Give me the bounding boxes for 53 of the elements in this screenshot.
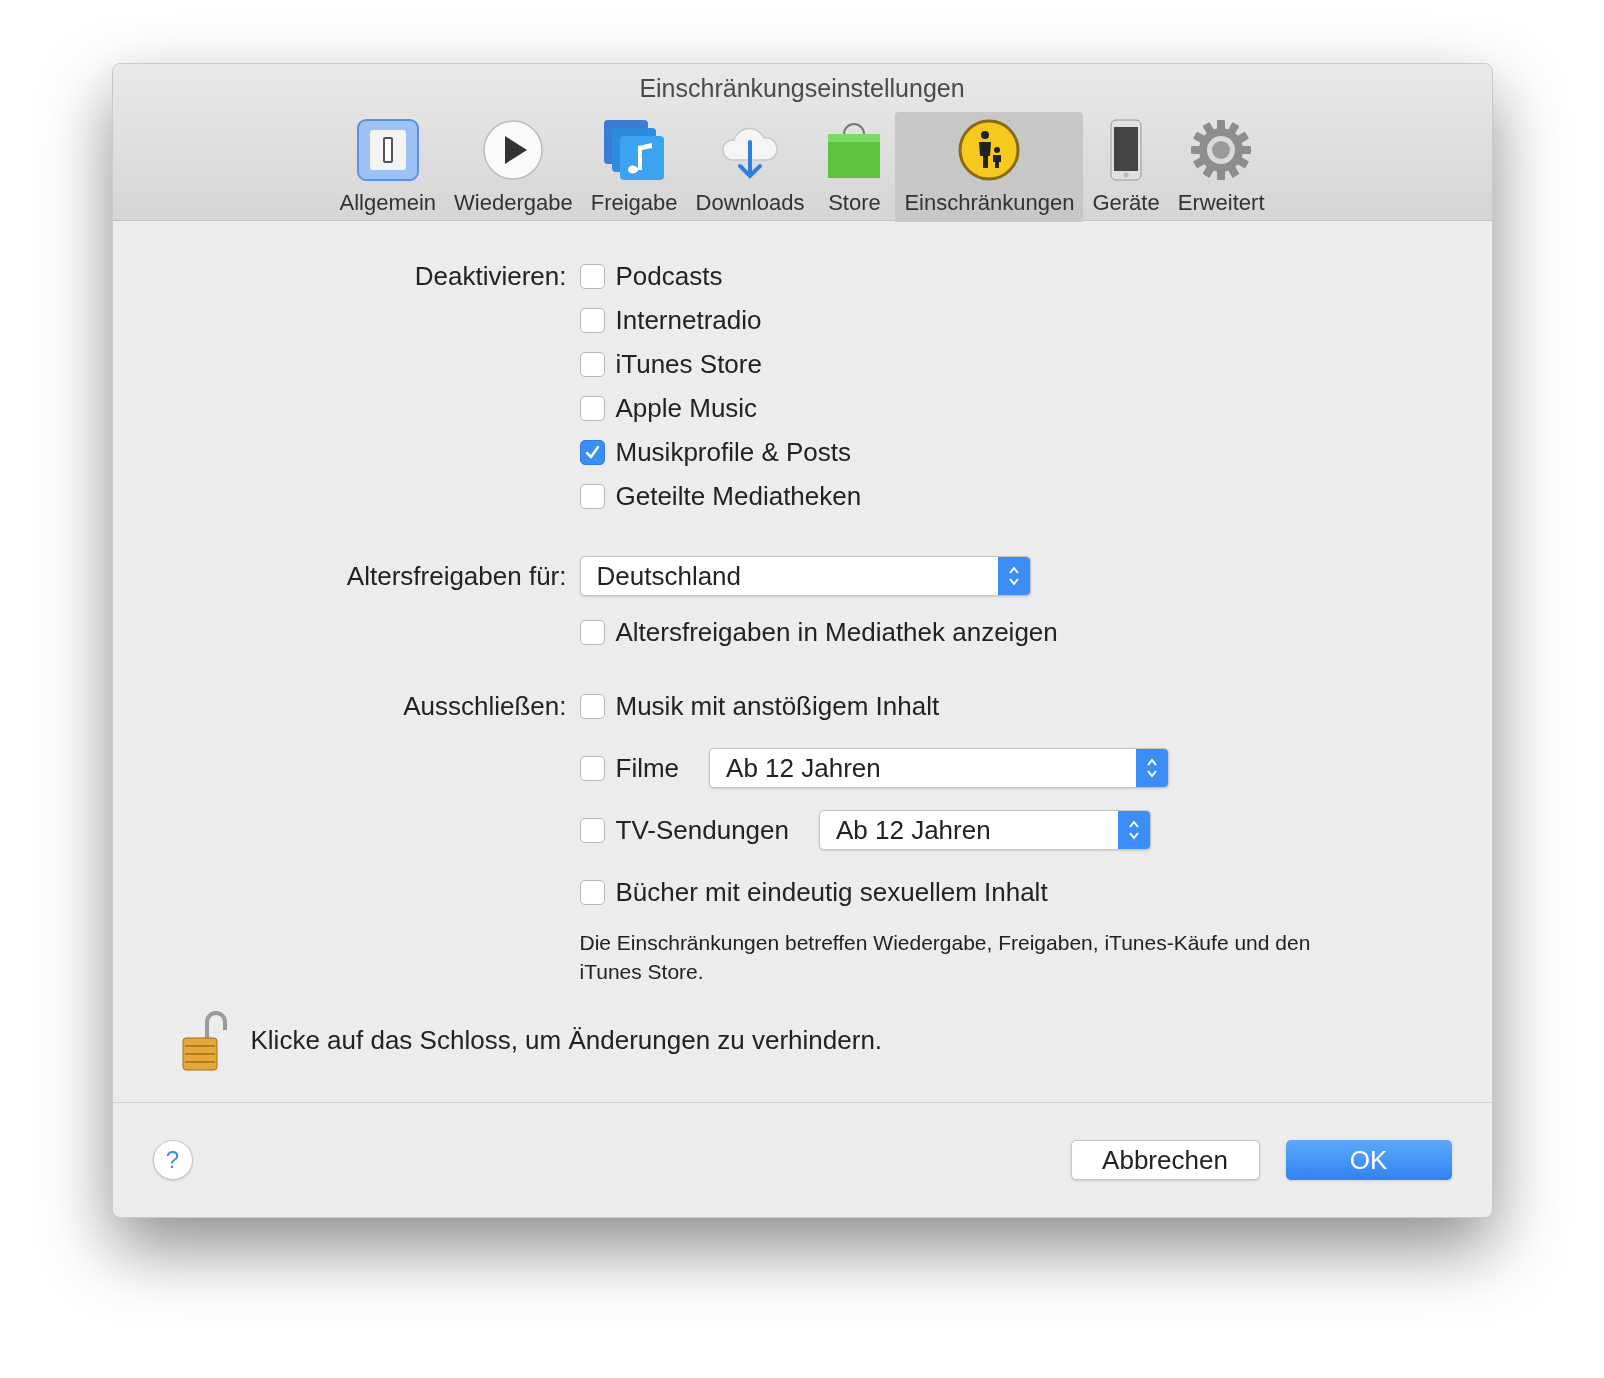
switch-icon [355, 118, 420, 182]
checkbox-label: Filme [615, 751, 680, 785]
checkbox[interactable] [579, 755, 605, 781]
checkbox-label: Musikprofile & Posts [615, 435, 852, 469]
checkbox[interactable] [579, 351, 605, 377]
checkmark-icon [583, 443, 601, 461]
checkbox[interactable] [579, 817, 605, 843]
up-down-chevron-icon [1126, 818, 1141, 842]
up-down-chevron-icon [1006, 564, 1021, 588]
info-text: Die Einschränkungen betreffen Wiedergabe, Freigaben, iTunes-Käufe und den iTunes Store. [579, 930, 1312, 985]
parent-child-icon [957, 118, 1022, 182]
toolbar-tab[interactable]: Wiedergabe [445, 112, 582, 222]
toolbar-tab[interactable]: Allgemein [330, 112, 446, 222]
checkbox[interactable] [579, 483, 605, 509]
open-padlock-icon[interactable] [180, 1008, 229, 1072]
checkbox-label: iTunes Store [615, 347, 762, 381]
checkbox-label: Bücher mit eindeutig sexuellem Inhalt [615, 875, 1048, 909]
checkbox-label: TV-Sendungen [615, 813, 789, 847]
section-label: Ausschließen: [403, 689, 567, 723]
checkbox[interactable] [579, 879, 605, 905]
play-icon [481, 118, 546, 182]
gear-icon [1189, 118, 1254, 182]
toolbar-tab[interactable]: Freigabe [581, 112, 687, 222]
checkbox-label: Apple Music [615, 391, 758, 425]
checkbox-label: Internetradio [615, 303, 762, 337]
checkbox-label: Geteilte Mediatheken [615, 479, 862, 513]
lock-hint-text: Klicke auf das Schloss, um Änderungen zu verhindern. [250, 1023, 883, 1057]
toolbar-tab[interactable]: Downloads [686, 112, 814, 222]
select-value: Ab 12 Jahren [834, 813, 991, 847]
popup-select[interactable]: Ab 12 Jahren [709, 748, 1170, 788]
toolbar-tab[interactable]: Einschränkungen [895, 112, 1084, 222]
toolbar-tab[interactable]: Erweitert [1168, 112, 1274, 222]
popup-select[interactable]: Deutschland [579, 556, 1031, 596]
music-note-icon [602, 118, 667, 182]
popup-select[interactable]: Ab 12 Jahren [818, 810, 1151, 850]
section-label: Deaktivieren: [414, 259, 567, 293]
select-value: Deutschland [595, 559, 742, 593]
checkbox[interactable] [579, 619, 605, 645]
window-title: Einschränkungseinstellungen [639, 73, 965, 104]
select-value: Ab 12 Jahren [725, 751, 881, 785]
checkbox[interactable] [579, 263, 605, 289]
section-label: Altersfreigaben für: [346, 559, 567, 593]
toolbar-tab[interactable]: Store [813, 112, 896, 222]
toolbar-tab[interactable]: Geräte [1083, 112, 1169, 222]
checkbox[interactable] [579, 307, 605, 333]
cancel-button[interactable]: Abbrechen [1070, 1140, 1260, 1180]
checkbox-label: Podcasts [615, 259, 723, 293]
checkbox[interactable] [579, 439, 605, 465]
checkbox-label: Musik mit anstößigem Inhalt [615, 689, 940, 723]
checkbox[interactable] [579, 395, 605, 421]
up-down-chevron-icon [1145, 756, 1160, 780]
checkbox[interactable] [579, 693, 605, 719]
checkbox-label: Altersfreigaben in Mediathek anzeigen [615, 615, 1058, 649]
